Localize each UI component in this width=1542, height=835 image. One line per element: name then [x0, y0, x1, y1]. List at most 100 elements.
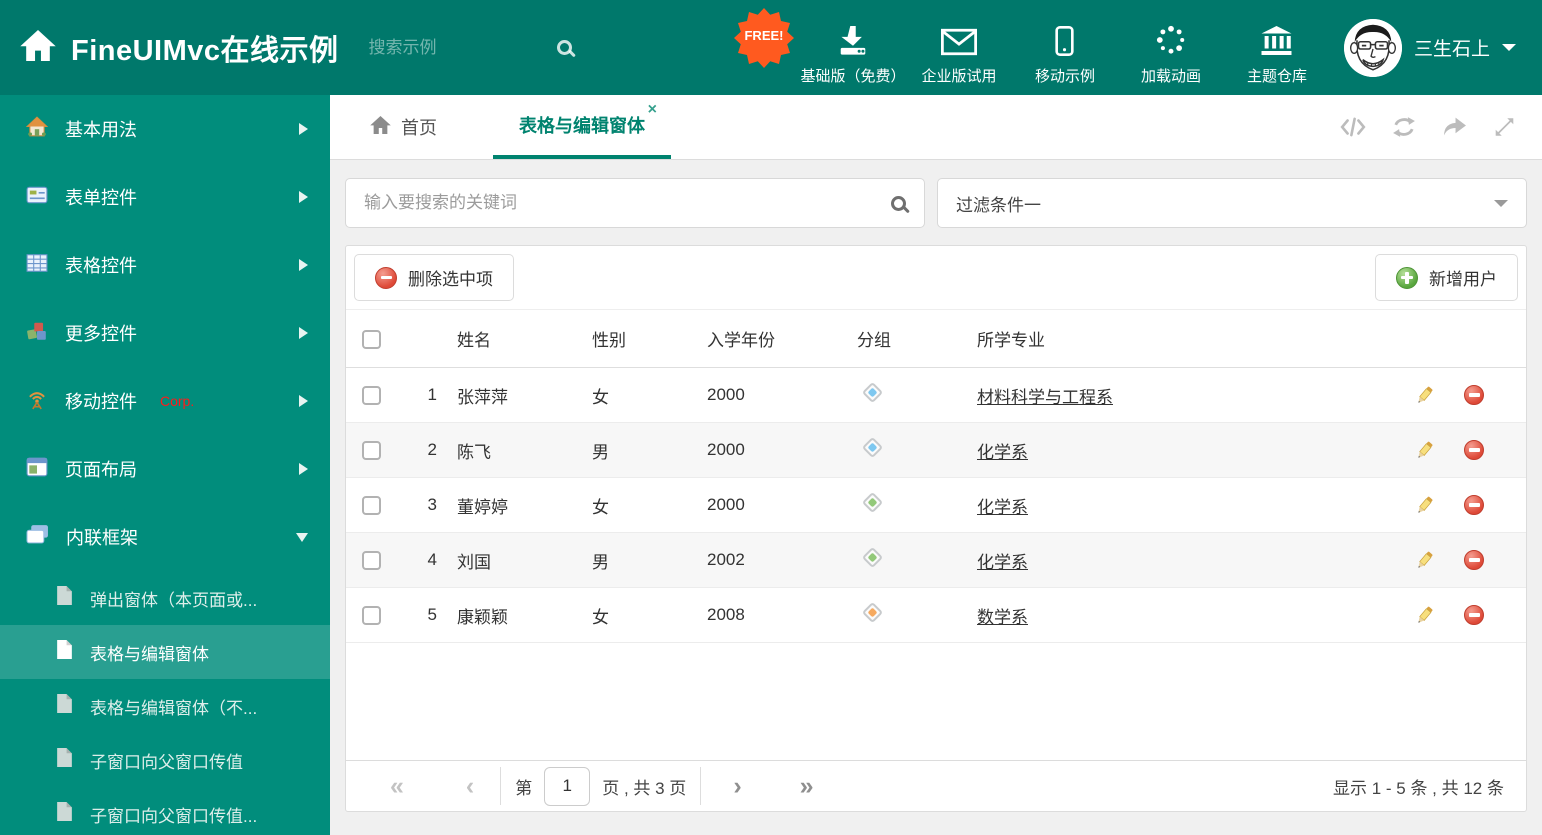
antenna-icon: [26, 388, 48, 415]
page-icon: [56, 693, 73, 719]
sidebar-item-label: 表单控件: [65, 188, 137, 208]
tab-home[interactable]: 首页: [362, 95, 445, 159]
sidebar-item-form-controls[interactable]: 表单控件: [0, 163, 330, 231]
row-checkbox[interactable]: [362, 606, 381, 625]
sidebar-subitem-child-to-parent-2[interactable]: 子窗口向父窗口传值...: [0, 787, 330, 835]
delete-row-icon[interactable]: [1464, 605, 1484, 625]
major-link[interactable]: 化学系: [977, 498, 1028, 517]
menu-label: 加载动画: [1140, 67, 1201, 85]
cubes-icon: [26, 320, 48, 347]
record-count-summary: 显示 1 - 5 条 , 共 12 条: [1333, 778, 1504, 798]
menu-item-theme-repo[interactable]: 主题仓库: [1224, 10, 1330, 86]
grid-panel: 删除选中项 新增用户 姓名 性别 入学年份 分组 所学专业 1 张萍萍 女 20…: [345, 245, 1527, 812]
last-page-icon[interactable]: »: [800, 773, 814, 799]
menu-label: 企业版试用: [921, 67, 997, 85]
major-link[interactable]: 数学系: [977, 608, 1028, 627]
prev-page-icon[interactable]: ‹: [466, 773, 474, 799]
table-row: 5 康颖颖 女 2008 数学系: [346, 587, 1526, 643]
search-icon[interactable]: [891, 195, 906, 211]
sidebar-item-label: 页面布局: [65, 460, 137, 480]
menu-item-loading-animation[interactable]: 加载动画: [1118, 10, 1224, 86]
search-icon[interactable]: [556, 40, 572, 55]
select-all-checkbox[interactable]: [362, 329, 381, 349]
filter-dropdown[interactable]: 过滤条件一: [937, 178, 1527, 228]
sidebar-subitem-grid-edit-window[interactable]: 表格与编辑窗体: [0, 625, 330, 679]
page-icon: [56, 639, 73, 665]
spinner-icon: [1155, 24, 1187, 56]
tab-grid-edit-window[interactable]: 表格与编辑窗体 ×: [493, 95, 671, 159]
minus-circle-icon: [375, 266, 397, 289]
row-checkbox[interactable]: [362, 441, 381, 460]
major-link[interactable]: 材料科学与工程系: [977, 388, 1113, 407]
sidebar-subitem-grid-edit-window-2[interactable]: 表格与编辑窗体（不...: [0, 679, 330, 733]
close-icon[interactable]: ×: [648, 102, 657, 118]
major-link[interactable]: 化学系: [977, 443, 1028, 462]
sidebar: 基本用法 表单控件 表格控件 更多控件 移动控件 Corp. 页面布局 内联框架…: [0, 95, 330, 835]
sidebar-item-more-controls[interactable]: 更多控件: [0, 299, 330, 367]
user-menu[interactable]: 三生石上: [1330, 18, 1542, 77]
top-header: FineUIMvc在线示例 FREE! 基础版（免费）: [0, 0, 1542, 95]
sidebar-subitem-label: 表格与编辑窗体（不...: [90, 698, 258, 718]
sidebar-item-iframe[interactable]: 内联框架: [0, 503, 330, 571]
menu-item-basic-free[interactable]: FREE! 基础版（免费）: [733, 7, 906, 86]
row-number: 3: [394, 477, 441, 533]
tab-bar: 首页 表格与编辑窗体 ×: [330, 95, 1542, 160]
col-header-group: 分组: [841, 309, 961, 368]
menu-item-enterprise-trial[interactable]: 企业版试用: [906, 10, 1012, 86]
app-title: FineUIMvc在线示例: [71, 34, 339, 67]
delete-selected-button[interactable]: 删除选中项: [354, 254, 514, 301]
cell-major: 数学系: [961, 587, 1301, 643]
major-link[interactable]: 化学系: [977, 553, 1028, 572]
next-page-icon[interactable]: ›: [733, 773, 741, 799]
bank-icon: [1260, 24, 1293, 56]
refresh-icon[interactable]: [1392, 116, 1416, 138]
edit-pencil-icon[interactable]: [1414, 550, 1435, 571]
page-number-input[interactable]: [544, 766, 591, 806]
tag-icon: [861, 436, 884, 459]
cell-gender: 女: [576, 367, 691, 423]
expand-icon[interactable]: [1493, 116, 1516, 138]
top-menu: FREE! 基础版（免费） 企业版试用 移动示例 加载动画 主题仓库: [733, 7, 1330, 86]
source-code-icon[interactable]: [1340, 116, 1366, 138]
menu-item-mobile-demo[interactable]: 移动示例: [1012, 10, 1118, 86]
keyword-search-input[interactable]: [364, 193, 891, 213]
first-page-icon[interactable]: «: [390, 773, 404, 799]
delete-row-icon[interactable]: [1464, 495, 1484, 515]
menu-label: 主题仓库: [1246, 67, 1307, 85]
chevron-down-icon: [296, 532, 308, 542]
sidebar-item-label: 表格控件: [65, 256, 137, 276]
delete-row-icon[interactable]: [1464, 550, 1484, 570]
brand[interactable]: FineUIMvc在线示例: [0, 27, 339, 69]
delete-row-icon[interactable]: [1464, 440, 1484, 460]
edit-pencil-icon[interactable]: [1414, 605, 1435, 626]
chevron-right-icon: [299, 395, 308, 407]
sidebar-item-basic-usage[interactable]: 基本用法: [0, 95, 330, 163]
sidebar-item-page-layout[interactable]: 页面布局: [0, 435, 330, 503]
add-user-button[interactable]: 新增用户: [1375, 254, 1518, 301]
sidebar-item-mobile-controls[interactable]: 移动控件 Corp.: [0, 367, 330, 435]
grid-header-row: 姓名 性别 入学年份 分组 所学专业: [346, 309, 1526, 368]
row-checkbox[interactable]: [362, 496, 381, 515]
row-checkbox[interactable]: [362, 551, 381, 570]
cell-group: [841, 422, 961, 478]
sidebar-item-label: 内联框架: [66, 528, 138, 548]
sidebar-item-grid-controls[interactable]: 表格控件: [0, 231, 330, 299]
sidebar-subitem-child-to-parent[interactable]: 子窗口向父窗口传值: [0, 733, 330, 787]
data-grid: 姓名 性别 入学年份 分组 所学专业 1 张萍萍 女 2000 材料科学与工程系…: [346, 309, 1526, 643]
sidebar-subitem-popup-window[interactable]: 弹出窗体（本页面或...: [0, 571, 330, 625]
delete-row-icon[interactable]: [1464, 385, 1484, 405]
table-row: 4 刘国 男 2002 化学系: [346, 532, 1526, 588]
edit-pencil-icon[interactable]: [1414, 385, 1435, 406]
cell-gender: 男: [576, 532, 691, 588]
share-icon[interactable]: [1442, 116, 1467, 138]
header-search-input[interactable]: [368, 37, 519, 58]
edit-pencil-icon[interactable]: [1414, 495, 1435, 516]
row-checkbox[interactable]: [362, 386, 381, 405]
edit-pencil-icon[interactable]: [1414, 440, 1435, 461]
chevron-down-icon: [1502, 44, 1516, 58]
cell-gender: 男: [576, 422, 691, 478]
row-number: 2: [394, 422, 441, 478]
cell-gender: 女: [576, 477, 691, 533]
row-number: 5: [394, 587, 441, 643]
col-header-year: 入学年份: [691, 309, 841, 368]
